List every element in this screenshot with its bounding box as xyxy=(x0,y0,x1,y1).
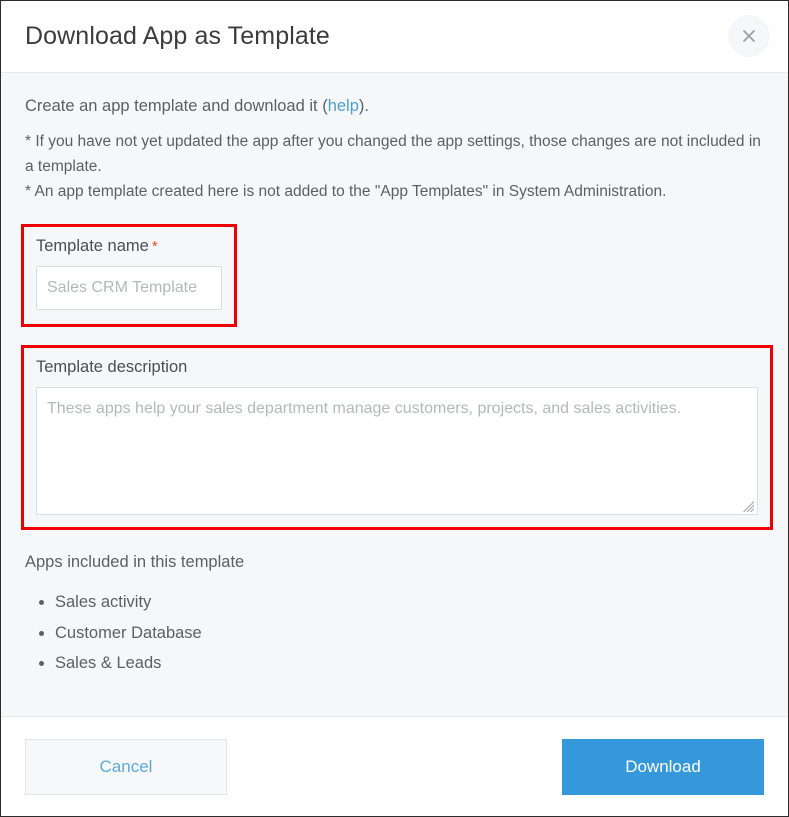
download-button[interactable]: Download xyxy=(562,738,764,795)
help-link[interactable]: help xyxy=(328,97,359,115)
template-description-textarea[interactable] xyxy=(36,386,758,515)
dialog-footer: Cancel Download xyxy=(1,716,788,816)
dialog-header: Download App as Template xyxy=(1,1,788,73)
template-name-input[interactable] xyxy=(36,266,222,311)
required-asterisk: * xyxy=(151,238,158,256)
template-description-label: Template description xyxy=(36,358,188,377)
note-text-1: * If you have not yet updated the app af… xyxy=(25,132,761,176)
list-item: Customer Database xyxy=(55,618,764,649)
intro-prefix: Create an app template and download it ( xyxy=(25,97,328,115)
cancel-button[interactable]: Cancel xyxy=(25,738,227,795)
list-item: Sales activity xyxy=(55,587,764,618)
template-name-highlight: Template name * xyxy=(21,224,237,328)
dialog-body: Create an app template and download it (… xyxy=(1,73,788,716)
apps-included-heading: Apps included in this template xyxy=(25,552,245,571)
template-name-label-text: Template name xyxy=(36,237,149,256)
close-button[interactable] xyxy=(728,15,770,57)
template-description-wrap xyxy=(36,386,758,515)
apps-included-list: Sales activity Customer Database Sales &… xyxy=(25,587,764,679)
close-icon xyxy=(742,29,756,43)
template-name-label: Template name * xyxy=(36,237,222,257)
note-text-2: * An app template created here is not ad… xyxy=(25,183,667,201)
template-description-highlight: Template description xyxy=(21,345,773,530)
list-item: Sales & Leads xyxy=(55,648,764,679)
page-title: Download App as Template xyxy=(25,22,330,50)
intro-text: Create an app template and download it (… xyxy=(25,95,764,119)
download-template-dialog: Download App as Template Create an app t… xyxy=(0,0,789,817)
intro-suffix: ). xyxy=(358,97,369,115)
